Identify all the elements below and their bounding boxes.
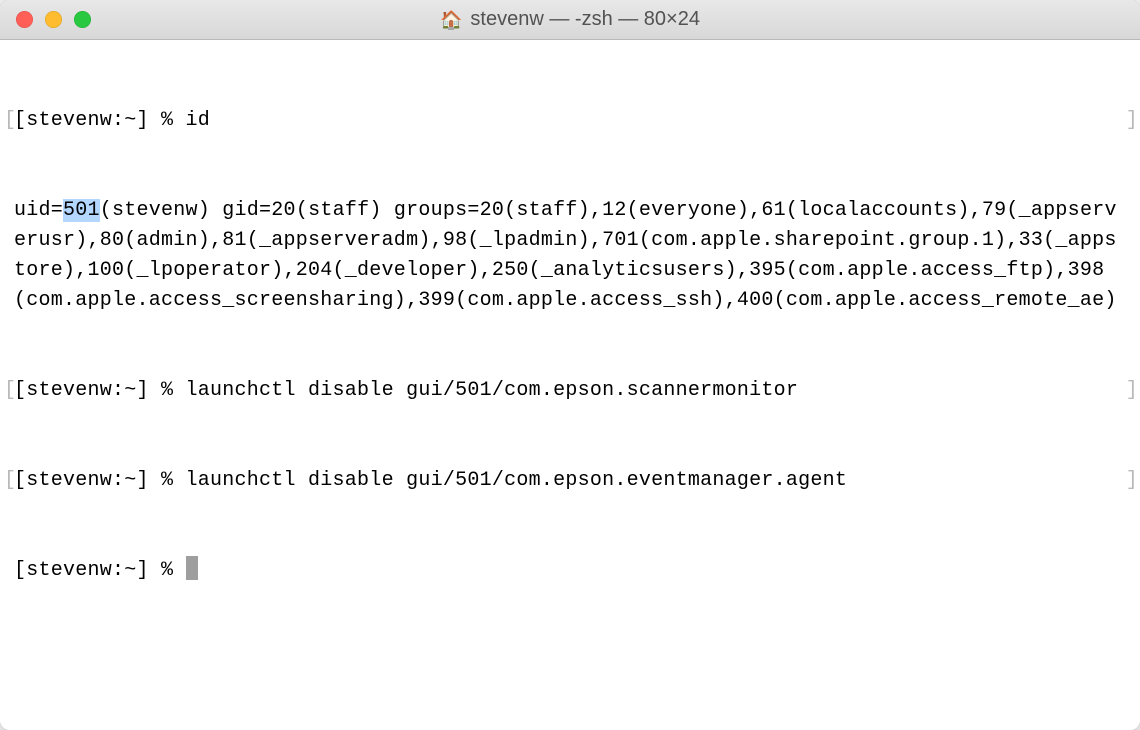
cursor bbox=[186, 556, 198, 580]
terminal-window: 🏠 stevenw — -zsh — 80×24 [[stevenw:~] % … bbox=[0, 0, 1140, 730]
highlighted-text: 501 bbox=[63, 199, 100, 222]
command-text: launchctl disable gui/501/com.epson.scan… bbox=[186, 379, 799, 402]
right-bracket-decoration: ] bbox=[1126, 376, 1138, 406]
prompt-text: [stevenw:~] % bbox=[14, 469, 186, 492]
command-text: id bbox=[186, 109, 211, 132]
titlebar[interactable]: 🏠 stevenw — -zsh — 80×24 bbox=[0, 0, 1140, 40]
prompt-line: [[stevenw:~] % launchctl disable gui/501… bbox=[4, 466, 1138, 496]
prompt-line: [stevenw:~] % bbox=[4, 556, 1138, 586]
window-title-text: stevenw — -zsh — 80×24 bbox=[470, 8, 700, 31]
prompt-text: [stevenw:~] % bbox=[14, 559, 186, 582]
output-pre: uid= bbox=[14, 199, 63, 222]
left-bracket-decoration: [ bbox=[4, 376, 16, 406]
prompt-line: [[stevenw:~] % launchctl disable gui/501… bbox=[4, 376, 1138, 406]
left-bracket-decoration: [ bbox=[4, 466, 16, 496]
command-output: uid=501(stevenw) gid=20(staff) groups=20… bbox=[4, 196, 1138, 316]
prompt-text: [stevenw:~] % bbox=[14, 379, 186, 402]
zoom-button[interactable] bbox=[74, 11, 91, 28]
home-icon: 🏠 bbox=[440, 11, 462, 29]
right-bracket-decoration: ] bbox=[1126, 106, 1138, 136]
output-post: (stevenw) gid=20(staff) groups=20(staff)… bbox=[14, 199, 1117, 312]
minimize-button[interactable] bbox=[45, 11, 62, 28]
prompt-text: [stevenw:~] % bbox=[14, 109, 186, 132]
left-bracket-decoration: [ bbox=[4, 106, 16, 136]
prompt-line: [[stevenw:~] % id] bbox=[4, 106, 1138, 136]
command-text: launchctl disable gui/501/com.epson.even… bbox=[186, 469, 848, 492]
terminal-output[interactable]: [[stevenw:~] % id] uid=501(stevenw) gid=… bbox=[0, 40, 1140, 730]
traffic-lights bbox=[0, 11, 91, 28]
right-bracket-decoration: ] bbox=[1126, 466, 1138, 496]
close-button[interactable] bbox=[16, 11, 33, 28]
window-title: 🏠 stevenw — -zsh — 80×24 bbox=[0, 8, 1140, 31]
